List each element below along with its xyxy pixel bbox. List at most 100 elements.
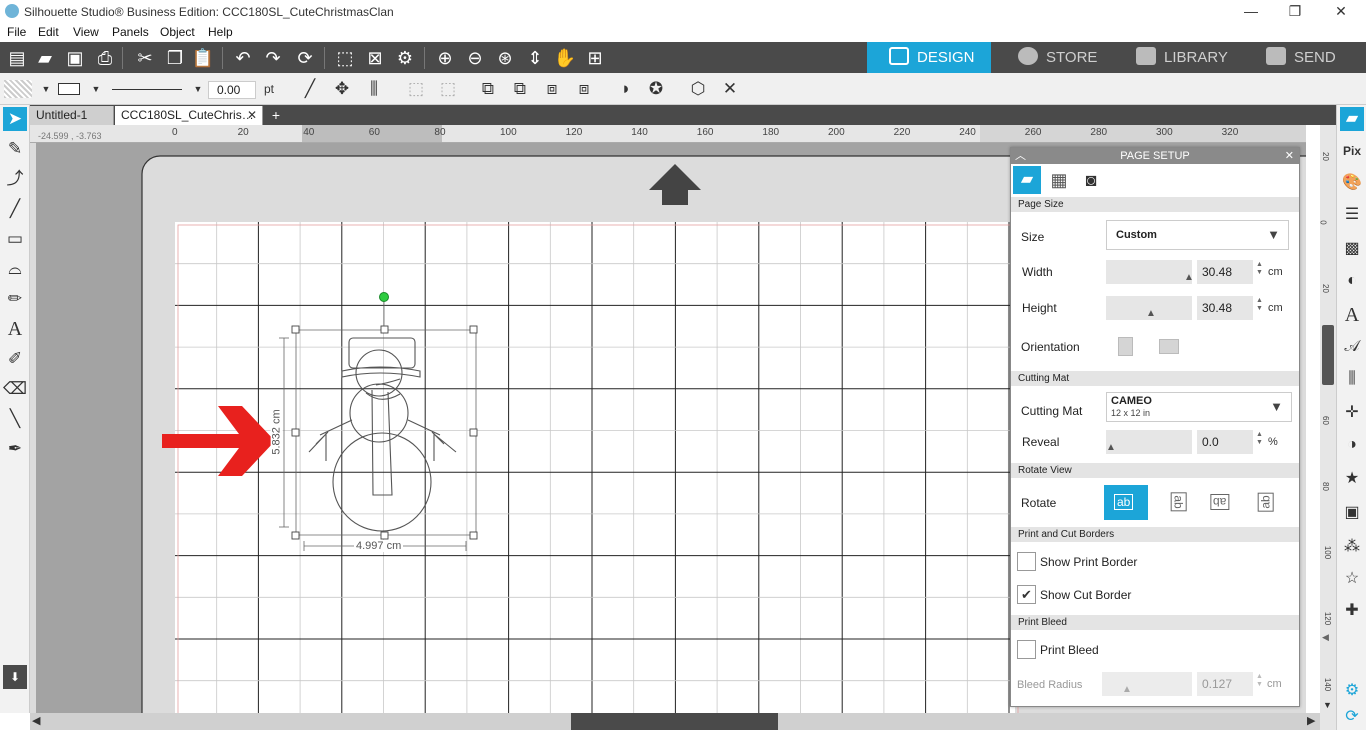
horizontal-scrollbar[interactable]: ◀ ▶ — [30, 713, 1320, 730]
line-tool-icon[interactable]: ╱ — [3, 197, 27, 221]
print-icon[interactable]: ⎙ — [92, 45, 118, 71]
line-tool-icon[interactable]: ╱ — [298, 77, 322, 101]
replicate-icon[interactable]: ⬡ — [686, 77, 710, 101]
star-outline-icon[interactable]: ☆ — [1340, 567, 1364, 591]
scroll-right-icon[interactable]: ▶ — [1307, 714, 1315, 727]
star-icon[interactable]: ✪ — [644, 77, 668, 101]
scroll-left-icon[interactable]: ◀ — [32, 714, 40, 727]
line-width-input[interactable]: 0.00 — [208, 81, 256, 99]
point-edit-tool-icon[interactable]: ✎ — [3, 137, 27, 161]
send-settings-gear-icon[interactable]: ⚙ — [1340, 679, 1364, 703]
eyedropper-tool-icon[interactable]: ✒ — [3, 437, 27, 461]
deselect-icon[interactable]: ⊠ — [362, 45, 388, 71]
vertical-ruler-scrollbar[interactable]: 20020406080100120140 ◀ ▼ — [1319, 125, 1336, 730]
reveal-slider[interactable]: ▲ — [1106, 430, 1192, 454]
bezier-tool-icon[interactable]: ⤴ — [3, 167, 27, 191]
height-input[interactable]: 30.48 — [1197, 296, 1253, 320]
zoom-in-icon[interactable]: ⊕ — [432, 45, 458, 71]
save-icon[interactable]: ▣ — [62, 45, 88, 71]
page-setup-panel-icon[interactable]: ▰ — [1340, 107, 1364, 131]
tab-library[interactable]: LIBRARY — [1126, 42, 1246, 73]
send-to-back-icon[interactable]: ⧈ — [572, 77, 596, 101]
width-spinner[interactable]: ▲ ▼ — [1256, 261, 1263, 277]
cut-icon[interactable]: ✂ — [132, 45, 158, 71]
chevron-down-icon[interactable]: ▼ — [34, 77, 58, 101]
show-print-border-checkbox[interactable] — [1017, 552, 1036, 571]
scroll-down-icon[interactable]: ▼ — [1323, 700, 1332, 710]
move-icon[interactable]: ⇕ — [522, 45, 548, 71]
reveal-spinner[interactable]: ▲ ▼ — [1256, 431, 1263, 447]
show-cut-border-checkbox[interactable]: ✔ — [1017, 585, 1036, 604]
restore-button[interactable]: ❐ — [1280, 2, 1310, 22]
align-panel-icon[interactable]: ⫼ — [1340, 367, 1364, 391]
tab-send[interactable]: SEND — [1256, 42, 1366, 73]
cutting-mat-dropdown[interactable]: CAMEO 12 x 12 in ▼ — [1106, 392, 1292, 422]
pan-hand-icon[interactable]: ✋ — [552, 45, 578, 71]
print-bleed-checkbox[interactable] — [1017, 640, 1036, 659]
rotate-0-button[interactable]: ab — [1104, 485, 1148, 520]
puzzle-icon[interactable]: ✚ — [1340, 599, 1364, 623]
text-panel-icon[interactable]: A — [1340, 303, 1364, 327]
menu-panels[interactable]: Panels — [112, 25, 149, 39]
weld-icon[interactable]: ◗ — [614, 77, 638, 101]
pencil-tool-icon[interactable]: ✏ — [3, 287, 27, 311]
close-panel-icon[interactable]: ✕ — [1285, 148, 1294, 164]
zoom-fit-icon[interactable]: ⊛ — [492, 45, 518, 71]
grid-settings-tab-icon[interactable]: ▦ — [1045, 166, 1073, 194]
transform-icon[interactable]: ✛ — [1340, 401, 1364, 425]
sync-icon[interactable]: ⟳ — [1340, 705, 1364, 729]
menu-object[interactable]: Object — [160, 25, 195, 39]
ungroup-icon[interactable]: ⬚ — [436, 77, 460, 101]
import-icon[interactable]: ⬇ — [3, 665, 27, 689]
height-slider[interactable]: ▲ — [1106, 296, 1192, 320]
snowman-shape[interactable] — [308, 337, 457, 532]
tab-store[interactable]: STORE — [1006, 42, 1118, 73]
bleed-radius-slider[interactable]: ▲ — [1102, 672, 1192, 696]
tab-design[interactable]: DESIGN — [867, 42, 991, 73]
rectangle-tool-icon[interactable]: ▭ — [3, 227, 27, 251]
close-tab-icon[interactable]: ✕ — [247, 106, 257, 125]
send-backward-icon[interactable]: ⧉ — [508, 77, 532, 101]
chevron-down-icon[interactable]: ▼ — [84, 77, 108, 101]
reveal-input[interactable]: 0.0 — [1197, 430, 1253, 454]
close-button[interactable]: ✕ — [1326, 2, 1356, 22]
menu-help[interactable]: Help — [208, 25, 233, 39]
offset-star-icon[interactable]: ★ — [1340, 467, 1364, 491]
trace-icon[interactable]: ▣ — [1340, 501, 1364, 525]
width-input[interactable]: 30.48 — [1197, 260, 1253, 284]
new-document-icon[interactable]: ▤ — [4, 45, 30, 71]
fill-pattern-panel-icon[interactable]: ▩ — [1340, 237, 1364, 261]
size-dropdown[interactable]: Custom ▼ — [1106, 220, 1289, 250]
height-spinner[interactable]: ▲ ▼ — [1256, 297, 1263, 313]
replicate-dots-icon[interactable]: ⁂ — [1340, 535, 1364, 559]
move-arrows-icon[interactable]: ✥ — [330, 77, 354, 101]
eraser-tool-icon[interactable]: ⌫ — [3, 377, 27, 401]
chevron-down-icon[interactable]: ▼ — [186, 77, 210, 101]
align-icon[interactable]: ⫼ — [362, 77, 386, 101]
refresh-icon[interactable]: ⟳ — [292, 45, 318, 71]
text-style-icon[interactable]: 𝒜 — [1340, 335, 1364, 359]
fill-color-palette-icon[interactable]: 🎨 — [1340, 171, 1364, 195]
registration-marks-tab-icon[interactable]: ◙ — [1077, 166, 1105, 194]
line-style-preview[interactable] — [112, 89, 182, 90]
minimize-button[interactable]: — — [1236, 2, 1266, 22]
knife-tool-icon[interactable]: ╲ — [3, 407, 27, 431]
horizontal-scroll-thumb[interactable] — [571, 713, 778, 730]
tab-ccc180sl[interactable]: CCC180SL_CuteChris… ✕ — [115, 106, 263, 125]
delete-icon[interactable]: ✕ — [718, 77, 742, 101]
rotation-handle[interactable] — [379, 292, 389, 302]
bleed-radius-input[interactable]: 0.127 — [1197, 672, 1253, 696]
bleed-radius-spinner[interactable]: ▲ ▼ — [1256, 673, 1263, 689]
pixscan-icon[interactable]: Pix — [1340, 139, 1364, 163]
text-tool-icon[interactable]: A — [3, 317, 27, 341]
polygon-tool-icon[interactable]: ⌓ — [3, 257, 27, 281]
select-by-color-icon[interactable]: ⚙ — [392, 45, 418, 71]
tab-untitled-1[interactable]: Untitled-1 — [30, 106, 114, 125]
undo-icon[interactable]: ↶ — [230, 45, 256, 71]
select-all-icon[interactable]: ⬚ — [332, 45, 358, 71]
bring-to-front-icon[interactable]: ⧈ — [540, 77, 564, 101]
menu-file[interactable]: File — [7, 25, 26, 39]
paste-icon[interactable]: 📋 — [190, 45, 216, 71]
line-color-icon[interactable] — [58, 83, 80, 95]
page-setup-tab-icon[interactable]: ▰ — [1013, 166, 1041, 194]
